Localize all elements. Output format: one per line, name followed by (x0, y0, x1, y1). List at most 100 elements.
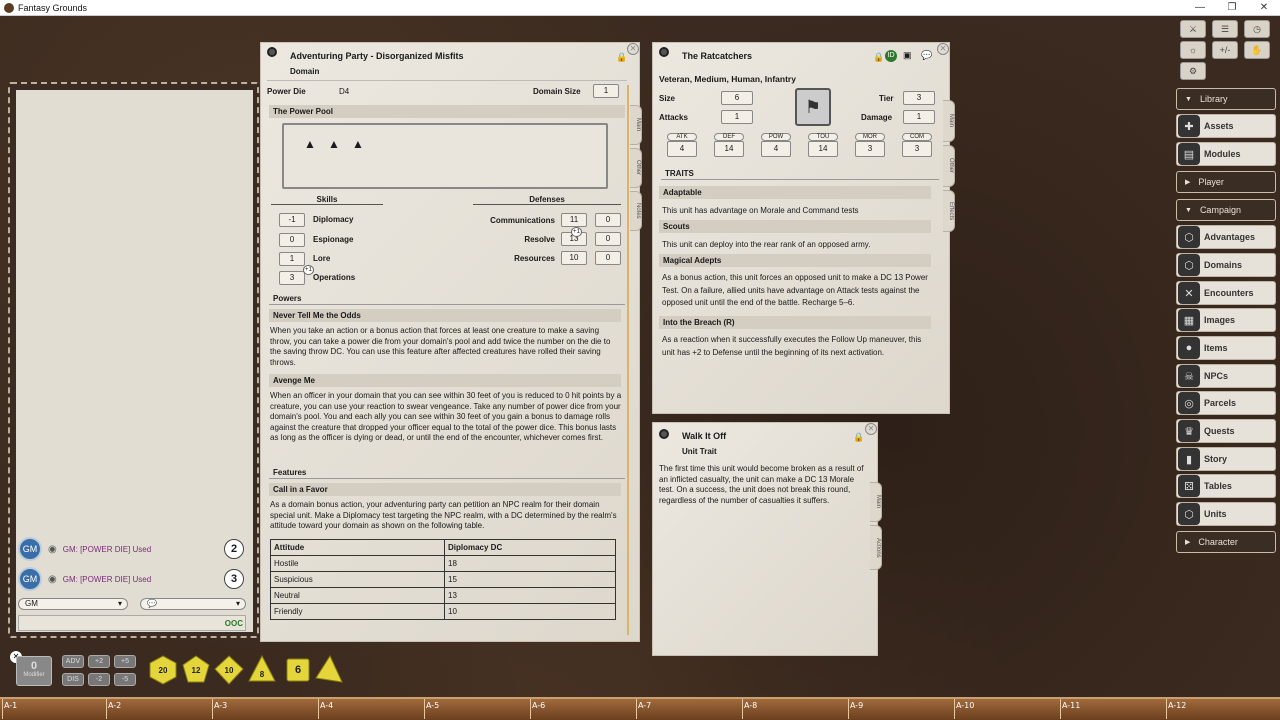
trait-text[interactable]: This unit can deploy into the rear rank … (662, 240, 934, 249)
speech-icon[interactable]: 💬 (921, 50, 932, 61)
unit-banner-icon[interactable]: ⚑ (795, 88, 831, 126)
close-icon[interactable]: ✕ (937, 43, 949, 55)
stat-def[interactable]: DEF 14 (714, 133, 744, 157)
size-field[interactable]: 6 (721, 91, 753, 105)
defense-value[interactable]: 11 (561, 213, 587, 227)
defense-modifier[interactable]: 0 (595, 251, 621, 265)
tab-effects[interactable]: Effects (943, 190, 955, 232)
library-section[interactable]: ▼ Library (1176, 88, 1276, 110)
plus-2-button[interactable]: +2 (88, 655, 110, 668)
damage-field[interactable]: 1 (903, 110, 935, 124)
lock-icon[interactable]: 🔒 (873, 52, 884, 62)
skill-value[interactable]: 3 (279, 271, 305, 285)
sidebar-item-advantages[interactable]: ⬡ Advantages (1176, 225, 1276, 249)
minimize-button[interactable]: — (1184, 2, 1216, 13)
tab-other[interactable]: Other (943, 145, 955, 187)
token-icon[interactable]: ▣ (903, 50, 912, 61)
defense-name[interactable]: Resources (461, 254, 555, 263)
close-icon[interactable]: ✕ (627, 43, 639, 55)
hidden-eye-icon[interactable]: ◉ (48, 544, 57, 555)
trait-title[interactable]: Scouts (659, 220, 931, 233)
trait-text[interactable]: As a bonus action, this unit forces an o… (662, 272, 934, 310)
trait-text[interactable]: As a reaction when it successfully execu… (662, 334, 934, 359)
power-text[interactable]: When you take an action or a bonus actio… (270, 326, 622, 368)
sidebar-item-tables[interactable]: ⚄ Tables (1176, 474, 1276, 498)
d20-die[interactable]: 20 (148, 655, 178, 685)
identity-select[interactable]: GM ▾ (18, 598, 128, 610)
power-die-value[interactable]: D4 (339, 87, 349, 96)
minus-5-button[interactable]: -5 (114, 673, 136, 686)
skill-name[interactable]: Espionage (313, 235, 353, 244)
defense-name[interactable]: Resolve (461, 235, 555, 244)
trait-title[interactable]: Magical Adepts (659, 254, 931, 267)
sidebar-item-units[interactable]: ⬡ Units (1176, 502, 1276, 526)
power-text[interactable]: When an officer in your domain that you … (270, 391, 622, 444)
maximize-button[interactable]: ❐ (1216, 2, 1248, 13)
power-die-token-icon[interactable]: ▲ (352, 137, 364, 151)
sidebar-item-modules[interactable]: ▤ Modules (1176, 142, 1276, 166)
tab-notes[interactable]: Notes (630, 191, 642, 231)
unit-window[interactable]: The Ratcatchers 🔒 ID ▣ 💬 ✕ Veteran, Medi… (652, 42, 950, 414)
minus-2-button[interactable]: -2 (88, 673, 110, 686)
chat-input[interactable]: OOC (18, 615, 246, 631)
tier-field[interactable]: 3 (903, 91, 935, 105)
attacks-field[interactable]: 1 (721, 110, 753, 124)
id-icon[interactable]: ID (885, 50, 897, 62)
feature-title[interactable]: Call in a Favor (269, 483, 621, 496)
sidebar-item-npcs[interactable]: ☠ NPCs (1176, 364, 1276, 388)
tab-main[interactable]: Main (870, 482, 882, 522)
modifier-box[interactable]: 0 Modifier (16, 656, 52, 686)
defense-modifier[interactable]: 0 (595, 213, 621, 227)
window-handle-icon[interactable] (659, 429, 669, 439)
trait-window[interactable]: Walk It Off Unit Trait 🔒 ✕ The first tim… (652, 422, 878, 656)
close-window-button[interactable]: ✕ (1248, 2, 1280, 13)
effects-icon[interactable]: ✋ (1244, 41, 1270, 59)
hidden-eye-icon[interactable]: ◉ (48, 574, 57, 585)
d12-die[interactable]: 12 (181, 655, 211, 685)
combat-tracker-icon[interactable]: ⚔ (1180, 20, 1206, 38)
trait-title[interactable]: Adaptable (659, 186, 931, 199)
window-handle-icon[interactable] (659, 47, 669, 57)
power-title[interactable]: Never Tell Me the Odds (269, 309, 621, 322)
power-pool-area[interactable]: ▲ ▲ ▲ (282, 123, 608, 189)
power-die-token-icon[interactable]: ▲ (304, 137, 316, 151)
unit-subtitle[interactable]: Veteran, Medium, Human, Infantry (659, 74, 796, 84)
party-sheet-icon[interactable]: ☰ (1212, 20, 1238, 38)
trait-title[interactable]: Into the Breach (R) (659, 316, 931, 329)
d4-die[interactable] (314, 655, 344, 685)
stat-pow[interactable]: POW 4 (761, 133, 791, 157)
ooc-toggle[interactable]: OOC (225, 619, 243, 628)
options-icon[interactable]: ⚙ (1180, 62, 1206, 80)
skill-name[interactable]: Diplomacy (313, 215, 353, 224)
party-window[interactable]: Adventuring Party - Disorganized Misfits… (260, 42, 640, 642)
lighting-icon[interactable]: ☼ (1180, 41, 1206, 59)
lock-icon[interactable]: 🔒 (616, 52, 627, 62)
skill-value[interactable]: 0 (279, 233, 305, 247)
tab-actions[interactable]: Actions (870, 525, 882, 570)
skill-value[interactable]: -1 (279, 213, 305, 227)
power-die-token-icon[interactable]: ▲ (328, 137, 340, 151)
sidebar-item-quests[interactable]: ♛ Quests (1176, 419, 1276, 443)
modifiers-button[interactable]: +/- (1212, 41, 1238, 59)
skill-value[interactable]: 1 (279, 252, 305, 266)
trait-window-title[interactable]: Walk It Off (682, 431, 726, 441)
trait-window-text[interactable]: The first time this unit would become br… (659, 464, 871, 506)
defense-modifier[interactable]: 0 (595, 232, 621, 246)
stat-tou[interactable]: TOU 14 (808, 133, 838, 157)
defense-value[interactable]: 10 (561, 251, 587, 265)
tab-main[interactable]: Main (630, 105, 642, 145)
stat-com[interactable]: COM 3 (902, 133, 932, 157)
calendar-icon[interactable]: ◷ (1244, 20, 1270, 38)
adv-button[interactable]: ADV (62, 655, 84, 668)
stat-atk[interactable]: ATK 4 (667, 133, 697, 157)
sidebar-item-story[interactable]: ▮ Story (1176, 447, 1276, 471)
campaign-section[interactable]: ▼ Campaign (1176, 199, 1276, 221)
defense-name[interactable]: Communications (461, 216, 555, 225)
scrollbar[interactable] (627, 85, 629, 635)
window-handle-icon[interactable] (267, 47, 277, 57)
tab-other[interactable]: Other (630, 148, 642, 188)
dis-button[interactable]: DIS (62, 673, 84, 686)
sidebar-item-encounters[interactable]: ✕ Encounters (1176, 281, 1276, 305)
character-section[interactable]: ▶ Character (1176, 531, 1276, 553)
stat-mor[interactable]: MOR 3 (855, 133, 885, 157)
